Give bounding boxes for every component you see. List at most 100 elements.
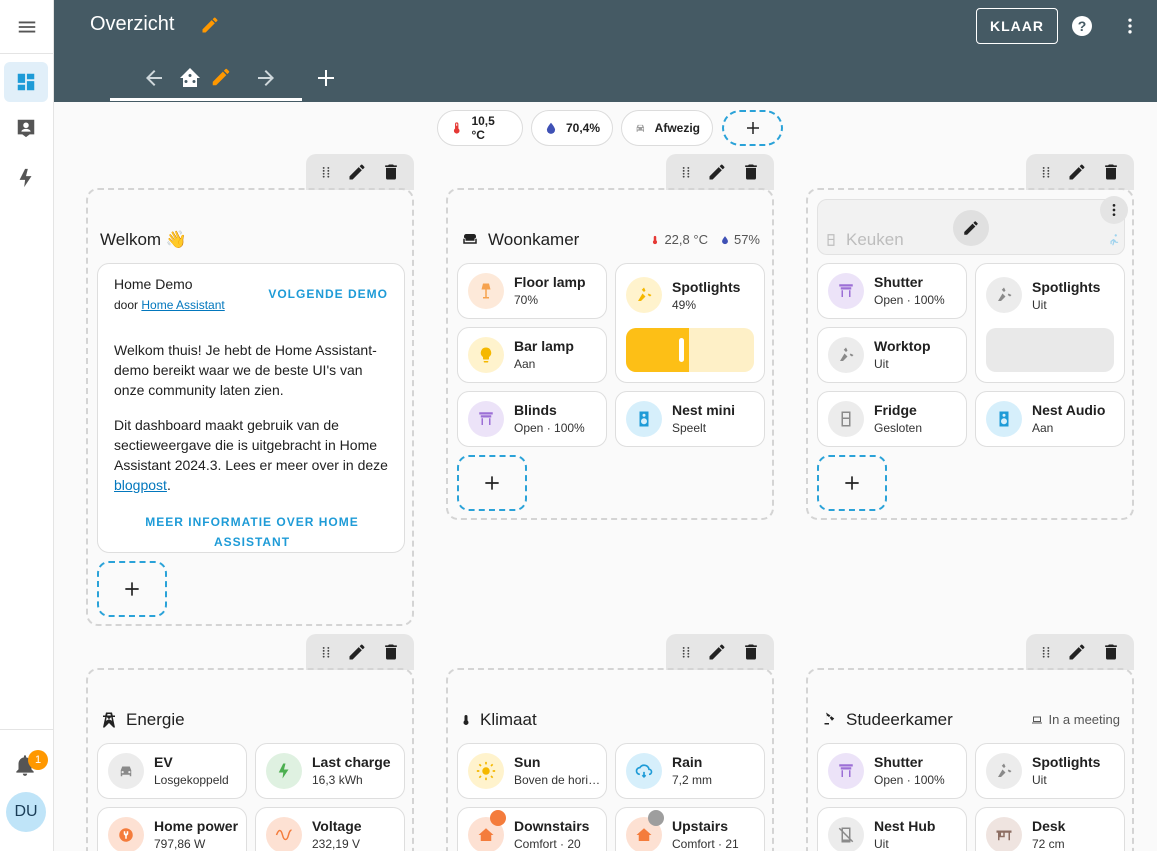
- section-toolbar: [1026, 634, 1134, 670]
- tile-state: Comfort · 21: [672, 837, 739, 851]
- pencil-icon[interactable]: [707, 642, 727, 662]
- pencil-icon[interactable]: [1067, 642, 1087, 662]
- drag-handle-icon[interactable]: [679, 165, 693, 179]
- trash-icon[interactable]: [1101, 162, 1121, 182]
- section-meta: 22,8 °C 57%: [650, 232, 760, 247]
- sidebar-item-energy[interactable]: [4, 158, 48, 198]
- move-view-right-button[interactable]: [254, 66, 278, 95]
- home-assistant-link[interactable]: Home Assistant: [141, 298, 224, 312]
- trash-icon[interactable]: [741, 162, 761, 182]
- tile-shutter[interactable]: Shutter Open · 100%: [817, 743, 967, 799]
- drag-handle-icon[interactable]: [319, 165, 333, 179]
- tile-name: Blinds: [514, 402, 557, 418]
- home-assistant-icon: [180, 68, 200, 87]
- lightning-icon: [19, 168, 32, 188]
- car-icon: [636, 124, 645, 132]
- brightness-slider[interactable]: [986, 328, 1114, 372]
- page-title: Overzicht: [90, 13, 175, 35]
- add-card-button[interactable]: [97, 561, 167, 617]
- tile-voltage[interactable]: Voltage 232,19 V: [255, 807, 405, 851]
- heading-card-editing[interactable]: Keuken: [817, 196, 1128, 255]
- add-badge-button[interactable]: [722, 110, 783, 146]
- badge-presence[interactable]: Afwezig: [621, 110, 713, 146]
- drag-handle-icon[interactable]: [319, 645, 333, 659]
- more-info-button[interactable]: MEER INFORMATIE OVER HOME ASSISTANT: [138, 512, 366, 552]
- next-demo-button[interactable]: VOLGENDE DEMO: [268, 287, 388, 301]
- tile-desk[interactable]: Desk 72 cm: [975, 807, 1125, 851]
- section-title: Keuken: [846, 230, 904, 249]
- move-view-left-button[interactable]: [142, 66, 166, 95]
- thermometer-icon: [463, 715, 469, 725]
- tile-upstairs[interactable]: Upstairs Comfort · 21: [615, 807, 765, 851]
- section-heading: Welkom 👋: [100, 230, 187, 250]
- trash-icon[interactable]: [381, 162, 401, 182]
- tile-downstairs[interactable]: Downstairs Comfort · 20: [457, 807, 607, 851]
- trash-icon[interactable]: [1101, 642, 1121, 662]
- edit-view-button[interactable]: [210, 66, 232, 93]
- section-toolbar: [666, 634, 774, 670]
- heading-card-menu-button[interactable]: [1100, 196, 1128, 224]
- edit-heading-button[interactable]: [953, 210, 989, 246]
- tile-fridge[interactable]: Fridge Gesloten: [817, 391, 967, 447]
- edit-title-button[interactable]: [200, 15, 220, 40]
- drag-handle-icon[interactable]: [679, 645, 693, 659]
- tile-name: Fridge: [874, 402, 917, 418]
- brightness-slider[interactable]: [626, 328, 754, 372]
- sine-wave-icon: [266, 817, 302, 851]
- tile-state: Aan: [514, 357, 536, 371]
- tile-name: Sun: [514, 754, 541, 770]
- spotlight-icon: [986, 753, 1022, 789]
- plus-icon: [485, 476, 499, 490]
- tile-spotlights[interactable]: Spotlights Uit: [975, 743, 1125, 799]
- tab-home[interactable]: [178, 66, 202, 95]
- thermometer-icon: [453, 122, 460, 134]
- pencil-icon[interactable]: [347, 642, 367, 662]
- tile-state: Boven de horizon: [514, 773, 604, 787]
- done-button[interactable]: KLAAR: [976, 8, 1058, 44]
- sidebar-item-overview[interactable]: [4, 62, 48, 102]
- tile-sun[interactable]: Sun Boven de horizon: [457, 743, 607, 799]
- add-card-button[interactable]: [457, 455, 527, 511]
- badge-temperature[interactable]: 10,5 °C: [437, 110, 523, 146]
- tile-spotlights[interactable]: Spotlights Uit: [975, 263, 1125, 383]
- drag-handle-icon[interactable]: [1039, 165, 1053, 179]
- tile-last-charge[interactable]: Last charge 16,3 kWh: [255, 743, 405, 799]
- tile-nest-audio[interactable]: Nest Audio Aan: [975, 391, 1125, 447]
- desk-icon: [986, 817, 1022, 851]
- menu-button[interactable]: [0, 0, 53, 54]
- section-heading: Klimaat: [460, 710, 537, 730]
- tile-name: Last charge: [312, 754, 391, 770]
- tile-bar-lamp[interactable]: Bar lamp Aan: [457, 327, 607, 383]
- tile-ev[interactable]: EV Losgekoppeld: [97, 743, 247, 799]
- drag-handle-icon[interactable]: [1039, 645, 1053, 659]
- tile-spotlights[interactable]: Spotlights 49%: [615, 263, 765, 383]
- tile-nest-mini[interactable]: Nest mini Speelt: [615, 391, 765, 447]
- section-title: Klimaat: [480, 710, 537, 729]
- help-button[interactable]: ?: [1070, 14, 1094, 43]
- trash-icon[interactable]: [741, 642, 761, 662]
- add-card-button[interactable]: [817, 455, 887, 511]
- tile-rain[interactable]: Rain 7,2 mm: [615, 743, 765, 799]
- pencil-icon[interactable]: [707, 162, 727, 182]
- badge-humidity[interactable]: 70,4%: [531, 110, 613, 146]
- tile-blinds[interactable]: Blinds Open · 100%: [457, 391, 607, 447]
- tile-state: Open · 100%: [874, 773, 945, 787]
- more-menu-button[interactable]: [1120, 14, 1140, 43]
- pencil-icon[interactable]: [1067, 162, 1087, 182]
- blogpost-link[interactable]: blogpost: [114, 477, 167, 493]
- tile-nest-hub[interactable]: Nest Hub Uit: [817, 807, 967, 851]
- water-percent-icon: [722, 235, 728, 244]
- tile-home-power[interactable]: Home power 797,86 W: [97, 807, 247, 851]
- tile-shutter[interactable]: Shutter Open · 100%: [817, 263, 967, 319]
- spotlight-icon: [828, 337, 864, 373]
- desk-lamp-icon: [824, 712, 835, 725]
- avatar[interactable]: DU: [6, 792, 46, 832]
- pencil-icon[interactable]: [347, 162, 367, 182]
- tile-worktop[interactable]: Worktop Uit: [817, 327, 967, 383]
- tile-name: EV: [154, 754, 173, 770]
- tile-state: 16,3 kWh: [312, 773, 363, 787]
- trash-icon[interactable]: [381, 642, 401, 662]
- brightness-handle[interactable]: [679, 338, 684, 362]
- add-view-button[interactable]: [314, 66, 338, 95]
- tile-floor-lamp[interactable]: Floor lamp 70%: [457, 263, 607, 319]
